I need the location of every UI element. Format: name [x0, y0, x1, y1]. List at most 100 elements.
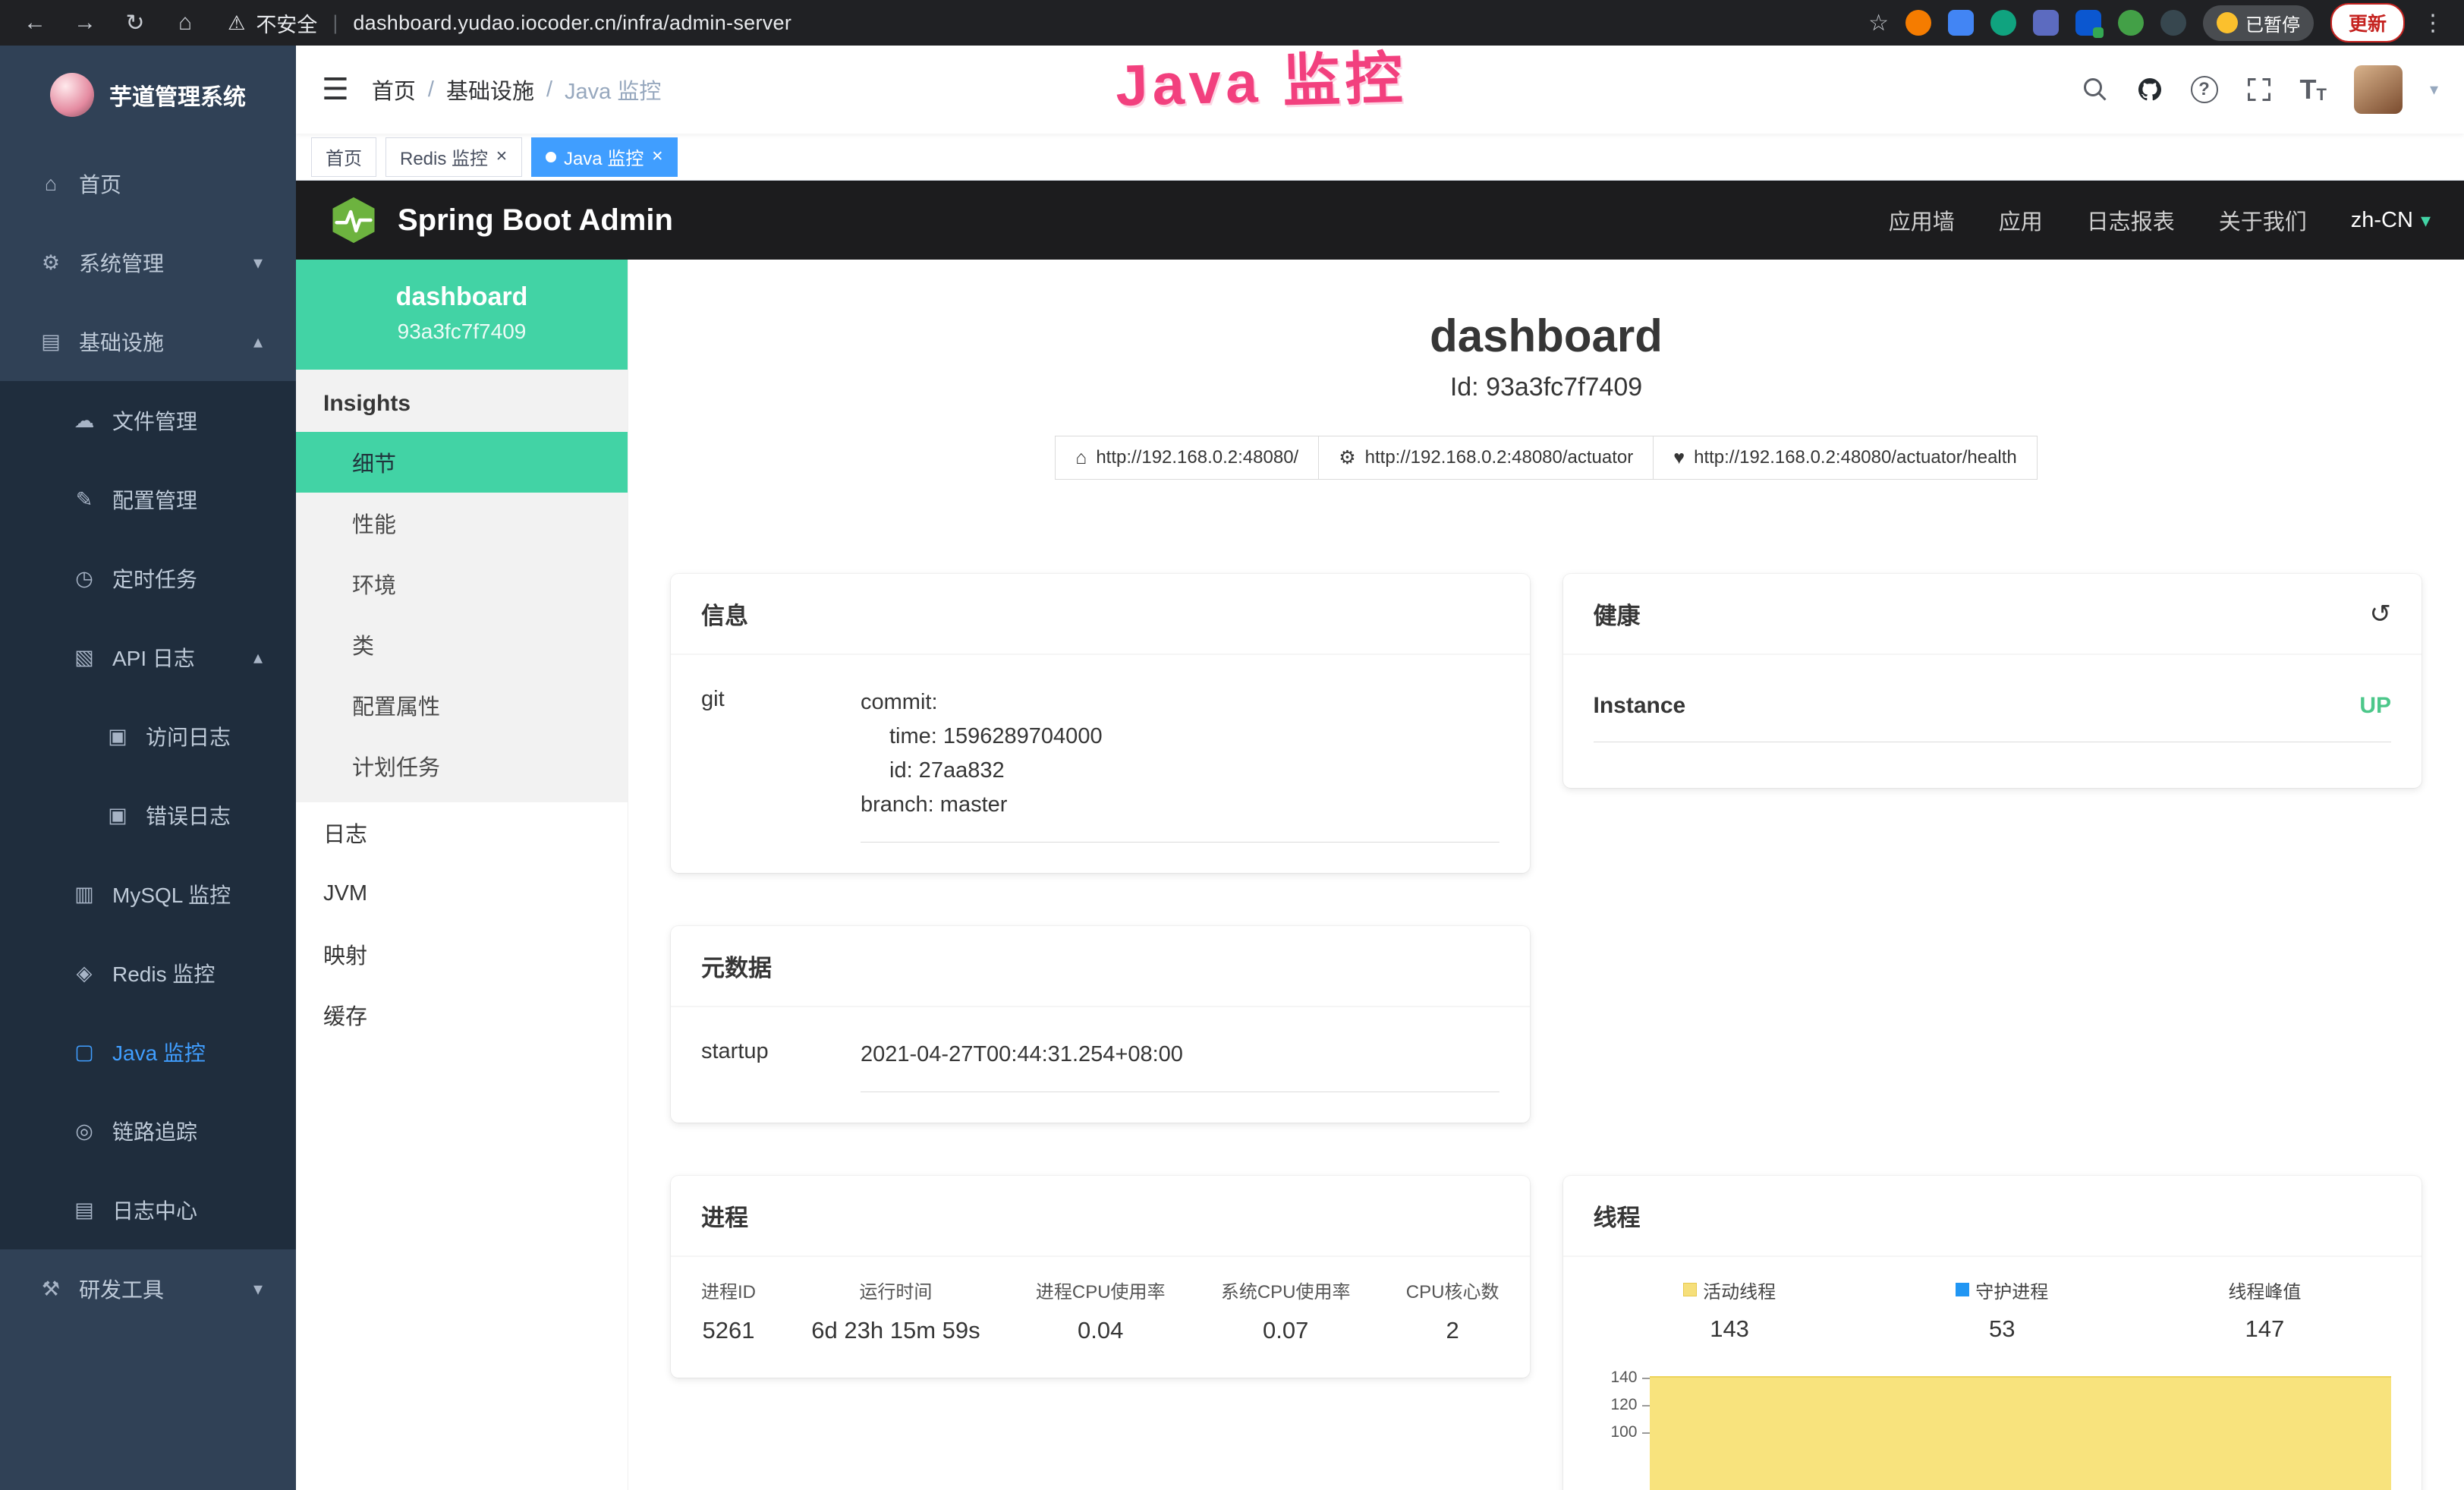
legend-swatch-yellow — [1683, 1283, 1697, 1296]
sba-nav-applications[interactable]: 应用 — [1999, 204, 2043, 236]
sidebar-item-redis-monitor[interactable]: ◈ Redis 监控 — [0, 934, 296, 1013]
locale-selector[interactable]: zh-CN ▾ — [2351, 208, 2431, 233]
sba-menu-classes[interactable]: 类 — [296, 614, 628, 675]
breadcrumb-item[interactable]: 基础设施 — [446, 74, 534, 106]
instance-detail-content: dashboard Id: 93a3fc7f7409 ⌂ http://192.… — [628, 260, 2464, 1490]
sba-nav-journal[interactable]: 日志报表 — [2087, 204, 2175, 236]
extension-icon[interactable] — [2160, 10, 2186, 36]
update-button[interactable]: 更新 — [2330, 3, 2405, 43]
admin-sidebar: 芋道管理系统 ⌂ 首页 ⚙ 系统管理 ▾ ▤ 基础设施 ▴ — [0, 46, 296, 1490]
sba-menu-caches[interactable]: 缓存 — [296, 984, 628, 1045]
sidebar-item-label: 研发工具 — [79, 1274, 164, 1304]
sidebar-item-file-management[interactable]: ☁ 文件管理 — [0, 381, 296, 460]
instance-links: ⌂ http://192.168.0.2:48080/ ⚙ http://192… — [671, 436, 2422, 480]
info-card: 信息 git commit: time: 1596289704000 id: 2… — [671, 574, 1530, 873]
instance-header: dashboard 93a3fc7f7409 — [296, 260, 628, 370]
threads-card: 线程 活动线程 143 — [1563, 1176, 2422, 1490]
reload-icon[interactable]: ↻ — [120, 10, 150, 36]
tools-icon: ⚒ — [33, 1277, 68, 1301]
spring-boot-admin-logo — [329, 194, 378, 247]
sidebar-item-label: MySQL 监控 — [112, 879, 231, 909]
sba-menu-logs[interactable]: 日志 — [296, 802, 628, 863]
url-divider: | — [332, 11, 338, 35]
locale-label: zh-CN — [2351, 208, 2413, 233]
tab-redis-monitor[interactable]: Redis 监控 ✕ — [385, 137, 522, 177]
home-icon[interactable]: ⌂ — [170, 10, 200, 36]
edit-icon: ✎ — [67, 488, 102, 512]
extension-icon[interactable] — [1905, 10, 1931, 36]
extension-icon[interactable] — [1990, 10, 2016, 36]
sba-menu-scheduled-tasks[interactable]: 计划任务 — [296, 736, 628, 796]
warning-icon: ⚠ — [228, 11, 245, 35]
hamburger-icon[interactable]: ☰ — [322, 72, 349, 107]
logo-avatar — [50, 73, 94, 117]
sba-menu-details[interactable]: 细节 — [296, 432, 628, 493]
paused-badge[interactable]: 已暂停 — [2203, 5, 2314, 41]
sidebar-item-error-logs[interactable]: ▣ 错误日志 — [0, 776, 296, 855]
user-avatar[interactable] — [2354, 65, 2403, 114]
sidebar-item-label: 系统管理 — [79, 247, 164, 278]
sidebar-menu: ⌂ 首页 ⚙ 系统管理 ▾ ▤ 基础设施 ▴ ☁ 文件管理 — [0, 144, 296, 1490]
sidebar-item-infrastructure[interactable]: ▤ 基础设施 ▴ — [0, 302, 296, 381]
font-size-icon[interactable]: T T — [2300, 76, 2327, 103]
extension-icon[interactable] — [1948, 10, 1974, 36]
page-title: dashboard — [671, 310, 2422, 362]
help-icon[interactable]: ? — [2191, 76, 2218, 103]
close-icon[interactable]: ✕ — [651, 148, 663, 165]
sidebar-item-trace[interactable]: ◎ 链路追踪 — [0, 1092, 296, 1170]
sidebar-item-api-logs[interactable]: ▧ API 日志 ▴ — [0, 618, 296, 697]
sba-nav-wallboard[interactable]: 应用墙 — [1889, 204, 1955, 236]
address-bar[interactable]: ⚠ 不安全 | dashboard.yudao.iocoder.cn/infra… — [228, 8, 1849, 38]
home-icon: ⌂ — [1075, 447, 1087, 469]
metadata-key: startup — [701, 1038, 861, 1092]
sidebar-item-system-management[interactable]: ⚙ 系统管理 ▾ — [0, 223, 296, 302]
history-icon[interactable]: ↺ — [2370, 599, 2392, 629]
sba-menu-jvm[interactable]: JVM — [296, 863, 628, 924]
monitor-icon: ▢ — [67, 1041, 102, 1064]
sba-menu-performance[interactable]: 性能 — [296, 493, 628, 553]
card-title: 线程 — [1594, 1199, 1641, 1233]
browser-menu-icon[interactable]: ⋮ — [2422, 10, 2444, 36]
sba-brand-title[interactable]: Spring Boot Admin — [398, 203, 673, 238]
sidebar-item-label: Java 监控 — [112, 1037, 206, 1067]
chart-y-axis: 140 120 100 — [1594, 1369, 1650, 1490]
info-key: git — [701, 685, 861, 843]
search-icon[interactable] — [2082, 76, 2109, 103]
extension-icon[interactable] — [2118, 10, 2144, 36]
back-icon[interactable]: ← — [20, 10, 50, 36]
legend-swatch-blue — [1956, 1283, 1969, 1296]
tab-home[interactable]: 首页 — [311, 137, 376, 177]
sidebar-item-mysql-monitor[interactable]: ▥ MySQL 监控 — [0, 855, 296, 934]
fullscreen-icon[interactable] — [2245, 76, 2273, 103]
avatar-caret-icon[interactable]: ▾ — [2430, 80, 2438, 99]
bookmark-star-icon[interactable]: ☆ — [1868, 10, 1889, 36]
instance-home-link[interactable]: ⌂ http://192.168.0.2:48080/ — [1055, 436, 1319, 480]
sidebar-item-java-monitor[interactable]: ▢ Java 监控 — [0, 1013, 296, 1092]
sba-nav-about[interactable]: 关于我们 — [2219, 204, 2307, 236]
sidebar-item-home[interactable]: ⌂ 首页 — [0, 144, 296, 223]
topbar: ☰ 首页 / 基础设施 / Java 监控 ? T T — [296, 46, 2464, 134]
app-logo[interactable]: 芋道管理系统 — [0, 46, 296, 144]
sidebar-item-access-logs[interactable]: ▣ 访问日志 — [0, 697, 296, 776]
threads-chart: 140 120 100 — [1594, 1369, 2392, 1490]
sidebar-item-label: 日志中心 — [112, 1195, 197, 1225]
sidebar-item-config-management[interactable]: ✎ 配置管理 — [0, 460, 296, 539]
extension-icon[interactable] — [2075, 10, 2101, 36]
process-col-process-cpu: 进程CPU使用率 0.04 — [1036, 1277, 1166, 1344]
instance-actuator-link[interactable]: ⚙ http://192.168.0.2:48080/actuator — [1318, 436, 1654, 480]
close-icon[interactable]: ✕ — [496, 148, 508, 165]
sidebar-item-scheduled-jobs[interactable]: ◷ 定时任务 — [0, 539, 296, 618]
process-col-uptime: 运行时间 6d 23h 15m 59s — [811, 1277, 980, 1344]
github-icon[interactable] — [2136, 76, 2163, 103]
extension-icon[interactable] — [2033, 10, 2059, 36]
sba-menu-config-props[interactable]: 配置属性 — [296, 675, 628, 736]
sba-menu-mappings[interactable]: 映射 — [296, 924, 628, 984]
sidebar-item-dev-tools[interactable]: ⚒ 研发工具 ▾ — [0, 1249, 296, 1328]
breadcrumb-item[interactable]: 首页 — [372, 74, 416, 106]
chevron-down-icon: ▾ — [2421, 209, 2431, 232]
tab-java-monitor[interactable]: Java 监控 ✕ — [531, 137, 678, 177]
instance-health-link[interactable]: ♥ http://192.168.0.2:48080/actuator/heal… — [1653, 436, 2038, 480]
sidebar-item-log-center[interactable]: ▤ 日志中心 — [0, 1170, 296, 1249]
forward-icon[interactable]: → — [70, 10, 100, 36]
sba-menu-environment[interactable]: 环境 — [296, 553, 628, 614]
